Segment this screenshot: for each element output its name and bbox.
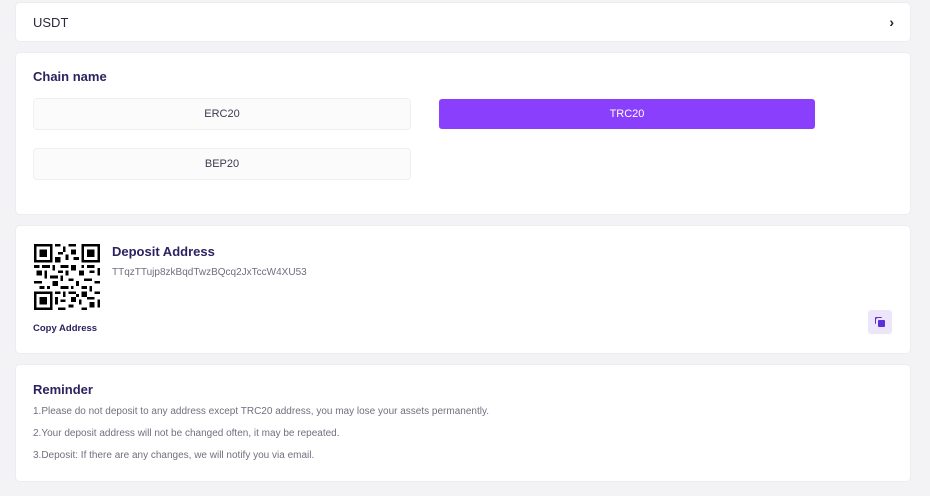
chain-option-erc20[interactable]: ERC20: [34, 99, 410, 129]
chain-option-trc20[interactable]: TRC20: [439, 99, 815, 129]
reminder-line: 2.Your deposit address will not be chang…: [33, 428, 340, 439]
copy-icon[interactable]: [868, 310, 892, 334]
copy-address-link[interactable]: Copy Address: [33, 323, 97, 334]
deposit-section: Copy Address Deposit Address TTqzTTujp8z…: [16, 226, 910, 353]
reminder-line: 3.Deposit: If there are any changes, we …: [33, 450, 315, 461]
chain-title: Chain name: [33, 69, 107, 84]
reminder-line: 1.Please do not deposit to any address e…: [33, 406, 489, 417]
deposit-title: Deposit Address: [112, 244, 215, 259]
chain-section: Chain name ERC20 TRC20 BEP20: [16, 53, 910, 214]
chain-option-bep20[interactable]: BEP20: [34, 149, 410, 179]
qr-code-icon: [34, 244, 100, 310]
reminder-title: Reminder: [33, 382, 93, 397]
coin-selector[interactable]: USDT ›: [16, 3, 910, 41]
chevron-right-icon[interactable]: ›: [889, 14, 894, 30]
coin-label: USDT: [33, 15, 69, 30]
deposit-address: TTqzTTujp8zkBqdTwzBQcq2JxTccW4XU53: [112, 267, 307, 278]
reminder-section: Reminder 1.Please do not deposit to any …: [16, 365, 910, 481]
